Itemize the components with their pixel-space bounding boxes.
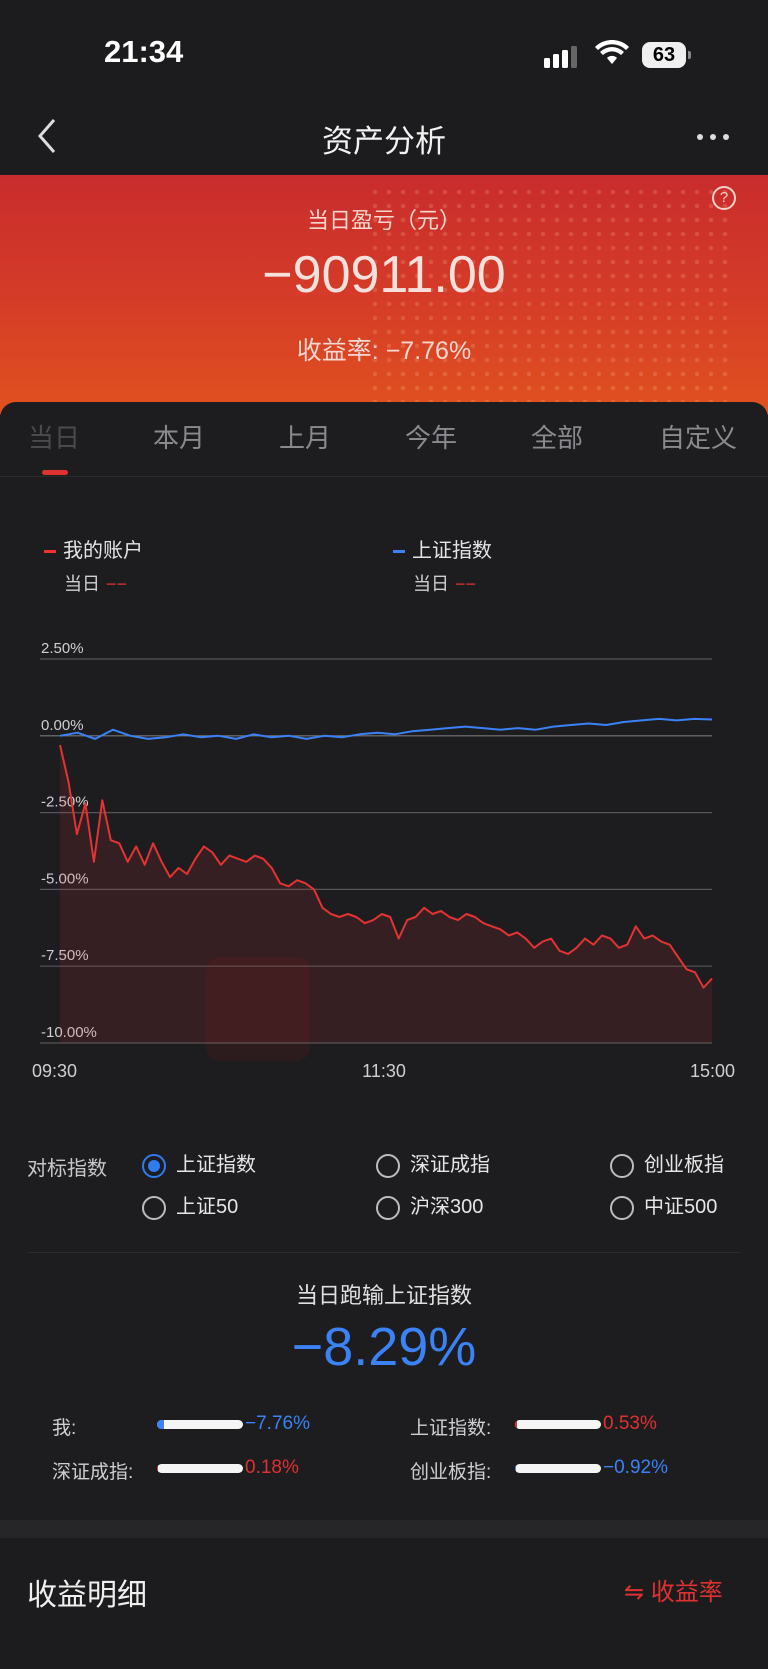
legend-account: 我的账户 bbox=[44, 534, 143, 563]
performance-chart: 2.50%0.00%-2.50%-5.00%-7.50%-10.00%09:30… bbox=[32, 640, 735, 1081]
active-tab-indicator bbox=[42, 470, 68, 475]
tab-last-month[interactable]: 上月 bbox=[279, 418, 331, 455]
y-tick-label: 2.50% bbox=[41, 640, 84, 657]
benchmark-option-sse[interactable]: 上证指数 bbox=[142, 1148, 256, 1178]
benchmark-option-chinext[interactable]: 创业板指 bbox=[610, 1148, 724, 1178]
row-label-me: 我: bbox=[52, 1418, 77, 1439]
row-label-chinext: 创业板指: bbox=[410, 1462, 492, 1483]
profit-summary-banner: ? 当日盈亏（元） −90911.00 收益率: −7.76% bbox=[0, 175, 768, 415]
period-tabs: 当日 本月 上月 今年 全部 自定义 bbox=[0, 402, 768, 477]
tab-all[interactable]: 全部 bbox=[531, 418, 583, 455]
radio-icon bbox=[610, 1153, 634, 1178]
benchmark-option-csi300[interactable]: 沪深300 bbox=[376, 1190, 483, 1220]
benchmark-option-csi500[interactable]: 中证500 bbox=[610, 1190, 717, 1220]
account-area-fill bbox=[60, 745, 712, 1043]
y-tick-label: 0.00% bbox=[41, 717, 84, 734]
earnings-detail-header: 收益明细 ⇋ 收益率 bbox=[0, 1538, 768, 1669]
section-gap bbox=[0, 1520, 768, 1538]
legend-index: 上证指数 bbox=[393, 534, 492, 563]
benchmark-label: 对标指数 bbox=[27, 1158, 107, 1180]
x-tick-label: 09:30 bbox=[32, 1061, 77, 1081]
row-label-sse: 上证指数: bbox=[410, 1418, 492, 1439]
divider bbox=[27, 1252, 741, 1253]
legend-account-value: 当日 −− bbox=[64, 574, 128, 594]
legend-index-value: 当日 −− bbox=[413, 574, 477, 594]
row-value-me: −7.76% bbox=[245, 1413, 310, 1434]
radio-icon bbox=[376, 1153, 400, 1178]
x-tick-label: 15:00 bbox=[690, 1061, 735, 1081]
benchmark-option-szse[interactable]: 深证成指 bbox=[376, 1148, 490, 1178]
radio-icon bbox=[142, 1195, 166, 1220]
bar-szse bbox=[157, 1464, 243, 1473]
bar-chinext bbox=[515, 1464, 601, 1473]
tab-today[interactable]: 当日 bbox=[28, 418, 80, 455]
radio-selected-icon bbox=[142, 1153, 166, 1178]
wifi-icon bbox=[595, 40, 629, 64]
analysis-card: 当日 本月 上月 今年 全部 自定义 我的账户 当日 −− 上证指数 当日 −− 2… bbox=[0, 402, 768, 1520]
row-value-szse: 0.18% bbox=[245, 1457, 299, 1478]
tab-this-month[interactable]: 本月 bbox=[153, 418, 205, 455]
status-bar: 21:34 63 bbox=[0, 0, 768, 100]
x-tick-label: 11:30 bbox=[362, 1061, 406, 1081]
row-label-szse: 深证成指: bbox=[52, 1462, 134, 1483]
bar-sse bbox=[515, 1420, 601, 1429]
tab-custom[interactable]: 自定义 bbox=[659, 418, 737, 455]
row-value-sse: 0.53% bbox=[603, 1413, 657, 1434]
cellular-signal-icon bbox=[544, 46, 577, 68]
tab-this-year[interactable]: 今年 bbox=[405, 418, 457, 455]
row-value-chinext: −0.92% bbox=[603, 1457, 668, 1478]
radio-icon bbox=[376, 1195, 400, 1220]
bar-me bbox=[157, 1420, 243, 1429]
metric-toggle-button[interactable]: ⇋ 收益率 bbox=[624, 1572, 723, 1607]
comparison-title: 当日跑输上证指数 bbox=[295, 1283, 472, 1308]
clock: 21:34 bbox=[104, 34, 184, 69]
daily-pnl-value: −90911.00 bbox=[262, 246, 506, 304]
daily-pnl-label: 当日盈亏（元） bbox=[306, 208, 461, 233]
return-rate: 收益率: −7.76% bbox=[296, 337, 472, 365]
nav-bar: 资产分析 bbox=[0, 100, 768, 175]
comparison-value: −8.29% bbox=[291, 1317, 477, 1377]
battery-icon: 63 bbox=[642, 42, 691, 68]
more-icon[interactable] bbox=[696, 118, 730, 149]
radio-icon bbox=[610, 1195, 634, 1220]
earnings-detail-title: 收益明细 bbox=[27, 1579, 147, 1612]
page-title: 资产分析 bbox=[322, 124, 446, 159]
benchmark-option-sse50[interactable]: 上证50 bbox=[142, 1190, 238, 1220]
